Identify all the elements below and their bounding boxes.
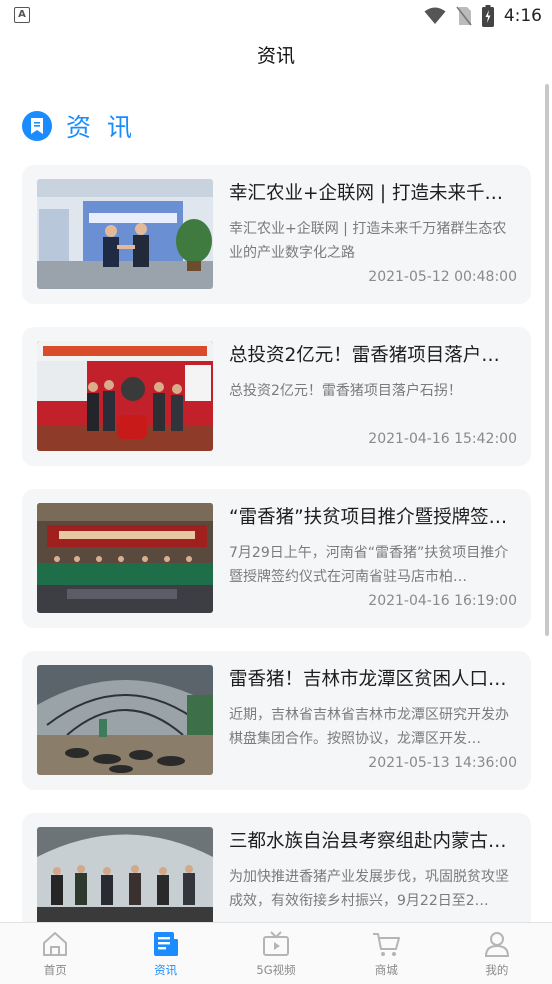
status-icons: 4:16 [424, 4, 542, 28]
news-timestamp: 2021-05-13 14:36:00 [368, 755, 517, 771]
notification-icon: A [14, 7, 30, 23]
section-title: 资 讯 [66, 113, 136, 142]
news-summary: 7月29日上午，河南省“雷香猪”扶贫项目推介暨授牌签约仪式在河南省驻马店市柏… [229, 545, 509, 585]
news-timestamp: 2021-04-16 15:42:00 [368, 431, 517, 447]
news-thumbnail [37, 341, 213, 451]
no-sim-icon [456, 6, 472, 26]
video-icon [263, 931, 290, 956]
news-icon [153, 932, 178, 956]
news-thumbnail [37, 179, 213, 289]
news-summary: 幸汇农业+企联网 | 打造未来千万猪群生态农业的产业数字化之路 [229, 221, 507, 261]
scrollbar[interactable] [545, 84, 549, 636]
clock: 4:16 [503, 6, 542, 26]
tab-profile[interactable]: 我的 [442, 923, 552, 984]
news-title: 总投资2亿元！雷香猪项目落户石拐！ [229, 345, 517, 366]
home-icon [43, 932, 68, 956]
bookmark-icon [22, 111, 52, 141]
tab-home[interactable]: 首页 [0, 923, 110, 984]
news-thumbnail [37, 503, 213, 613]
status-bar: A 4:16 [0, 0, 552, 32]
tab-label: 5G视频 [256, 963, 296, 977]
news-title: 三都水族自治县考察组赴内蒙古考察 [229, 831, 517, 852]
news-title: 幸汇农业+企联网 | 打造未来千万猪群生态农业的产业数字化之路 [229, 183, 517, 204]
news-card[interactable]: 总投资2亿元！雷香猪项目落户石拐！ 总投资2亿元！雷香猪项目落户石拐！ 2021… [22, 327, 531, 466]
news-timestamp: 2021-04-16 16:19:00 [368, 593, 517, 609]
news-thumbnail [37, 665, 213, 775]
tab-mall[interactable]: 商城 [331, 923, 441, 984]
news-card[interactable]: 雷香猪！吉林市龙潭区贫困人口脱贫 近期，吉林省吉林省吉林市龙潭区研究开发办棋盘集… [22, 651, 531, 790]
news-summary: 为加快推进香猪产业发展步伐，巩固脱贫攻坚成效，有效衔接乡村振兴，9月22日至2… [229, 869, 509, 909]
cart-icon [373, 933, 401, 956]
news-summary: 总投资2亿元！雷香猪项目落户石拐！ [229, 383, 462, 399]
tab-label: 首页 [43, 963, 67, 977]
news-timestamp: 2021-05-12 00:48:00 [368, 269, 517, 285]
battery-icon [481, 5, 494, 27]
title-bar: 资讯 [0, 32, 552, 82]
wifi-icon [424, 7, 446, 24]
news-card[interactable]: “雷香猪”扶贫项目推介暨授牌签约仪式 7月29日上午，河南省“雷香猪”扶贫项目推… [22, 489, 531, 628]
tab-label: 资讯 [154, 963, 178, 977]
tab-news[interactable]: 资讯 [110, 923, 220, 984]
profile-icon [484, 932, 509, 957]
tab-label: 商城 [374, 963, 398, 977]
news-thumbnail [37, 827, 213, 937]
news-list: 幸汇农业+企联网 | 打造未来千万猪群生态农业的产业数字化之路 幸汇农业+企联网… [22, 165, 531, 975]
tab-label: 我的 [485, 963, 509, 977]
section-header: 资 讯 [22, 106, 136, 146]
news-title: 雷香猪！吉林市龙潭区贫困人口脱贫 [229, 669, 517, 690]
news-title: “雷香猪”扶贫项目推介暨授牌签约仪式 [229, 507, 517, 528]
news-card[interactable]: 幸汇农业+企联网 | 打造未来千万猪群生态农业的产业数字化之路 幸汇农业+企联网… [22, 165, 531, 304]
tab-video[interactable]: 5G视频 [221, 923, 331, 984]
bottom-tab-bar: 首页 资讯 5G视频 商城 我的 [0, 922, 552, 984]
news-summary: 近期，吉林省吉林省吉林市龙潭区研究开发办棋盘集团合作。按照协议，龙潭区开发… [229, 707, 509, 747]
page-title: 资讯 [256, 45, 295, 67]
